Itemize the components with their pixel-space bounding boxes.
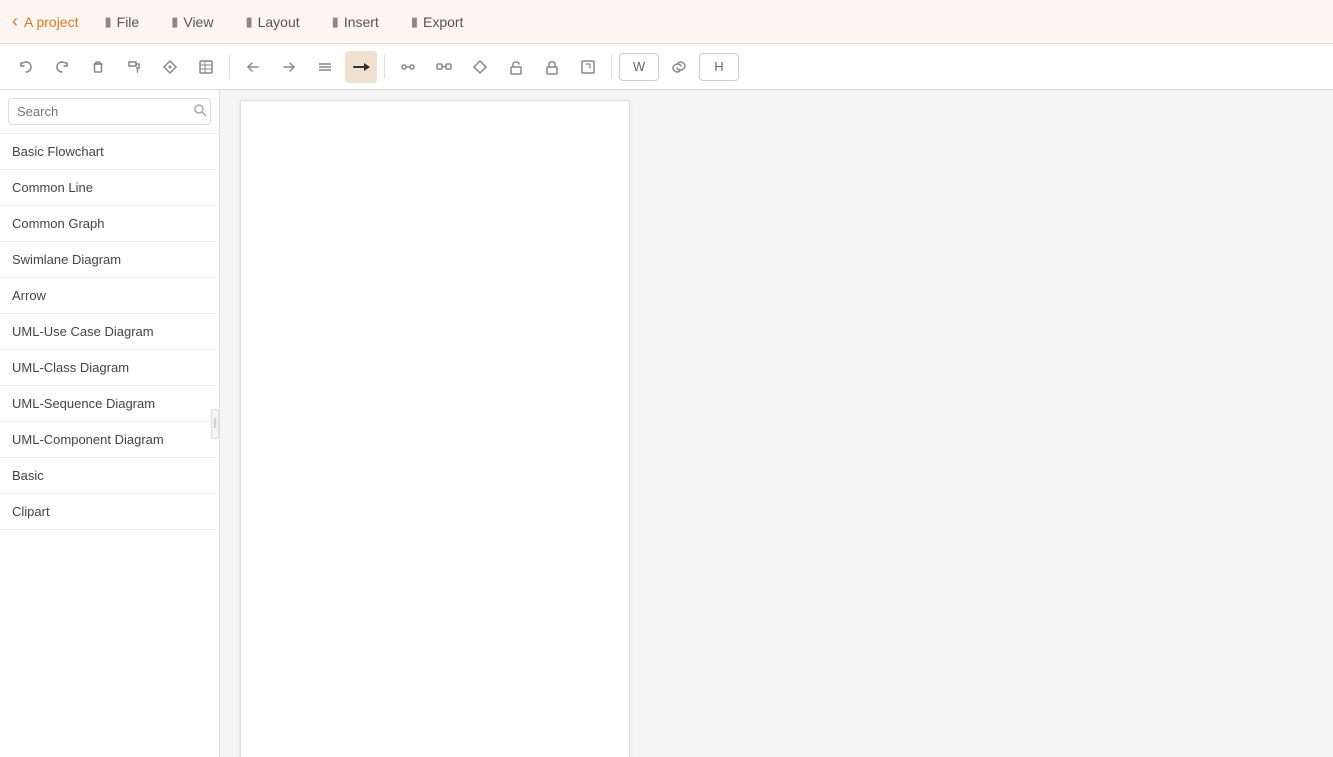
sidebar-item-uml-class[interactable]: UML-Class Diagram <box>0 350 219 386</box>
lock-open-button[interactable] <box>500 51 532 83</box>
sidebar-item-common-graph[interactable]: Common Graph <box>0 206 219 242</box>
arrow-left-button[interactable] <box>237 51 269 83</box>
search-container <box>0 90 219 134</box>
width-label: W <box>633 59 645 74</box>
lock-closed-icon <box>544 59 560 75</box>
fill-icon <box>162 59 178 75</box>
project-name: A project <box>24 14 78 30</box>
width-input[interactable]: W <box>619 53 659 81</box>
redo-button[interactable] <box>46 51 78 83</box>
sidebar-item-swimlane-diagram[interactable]: Swimlane Diagram <box>0 242 219 278</box>
toolbar-sep-3 <box>611 55 612 79</box>
menu-view[interactable]: ▮ View <box>165 10 219 34</box>
menu-file[interactable]: ▮ File <box>98 10 145 34</box>
menu-insert-label: Insert <box>344 14 379 30</box>
expand-icon <box>580 59 596 75</box>
sidebar-item-uml-component[interactable]: UML-Component Diagram <box>0 422 219 458</box>
sidebar-list: Basic FlowchartCommon LineCommon GraphSw… <box>0 134 219 757</box>
sidebar-item-uml-use-case[interactable]: UML-Use Case Diagram <box>0 314 219 350</box>
menu-view-label: View <box>183 14 213 30</box>
table-button[interactable] <box>190 51 222 83</box>
arrow-left-icon <box>245 59 261 75</box>
lock-open-icon <box>508 59 524 75</box>
toolbar: W H <box>0 44 1333 90</box>
menu-export[interactable]: ▮ Export <box>405 10 470 34</box>
lock-closed-button[interactable] <box>536 51 568 83</box>
format-paint-icon <box>126 59 142 75</box>
sidebar-item-basic[interactable]: Basic <box>0 458 219 494</box>
arrow-solid-button[interactable] <box>345 51 377 83</box>
back-chevron-icon: ‹ <box>12 11 18 32</box>
undo-button[interactable] <box>10 51 42 83</box>
arrow-solid-icon <box>352 59 370 75</box>
canvas-paper <box>240 100 630 757</box>
toolbar-sep-2 <box>384 55 385 79</box>
sidebar: Basic FlowchartCommon LineCommon GraphSw… <box>0 90 220 757</box>
sidebar-item-clipart[interactable]: Clipart <box>0 494 219 530</box>
menu-insert[interactable]: ▮ Insert <box>326 10 385 34</box>
pen-button[interactable] <box>392 51 424 83</box>
layout-icon: ▮ <box>245 14 252 30</box>
arrow-right-button[interactable] <box>273 51 305 83</box>
table-icon <box>198 59 214 75</box>
line-style-button[interactable] <box>309 51 341 83</box>
insert-icon: ▮ <box>332 14 339 30</box>
sidebar-item-basic-flowchart[interactable]: Basic Flowchart <box>0 134 219 170</box>
search-icon <box>193 103 207 120</box>
line-style-icon <box>317 59 333 75</box>
delete-button[interactable] <box>82 51 114 83</box>
height-input[interactable]: H <box>699 53 739 81</box>
undo-icon <box>18 59 34 75</box>
expand-button[interactable] <box>572 51 604 83</box>
menu-file-label: File <box>117 14 140 30</box>
toolbar-sep-1 <box>229 55 230 79</box>
diamond-icon <box>472 59 488 75</box>
search-wrapper[interactable] <box>8 98 211 125</box>
fill-button[interactable] <box>154 51 186 83</box>
pen-icon <box>400 59 416 75</box>
menu-layout-label: Layout <box>258 14 300 30</box>
search-input[interactable] <box>17 104 193 119</box>
main-content: Basic FlowchartCommon LineCommon GraphSw… <box>0 90 1333 757</box>
top-menubar: ‹ A project ▮ File ▮ View ▮ Layout ▮ Ins… <box>0 0 1333 44</box>
connection-button[interactable] <box>428 51 460 83</box>
menu-layout[interactable]: ▮ Layout <box>239 10 305 34</box>
format-paint-button[interactable] <box>118 51 150 83</box>
diamond-button[interactable] <box>464 51 496 83</box>
connection-icon <box>436 59 452 75</box>
link-icon <box>670 59 688 75</box>
sidebar-item-arrow[interactable]: Arrow <box>0 278 219 314</box>
back-button[interactable]: ‹ A project <box>12 11 78 32</box>
delete-icon <box>90 59 106 75</box>
sidebar-resizer[interactable]: ∥ <box>211 409 219 439</box>
view-icon: ▮ <box>171 14 178 30</box>
height-label: H <box>714 59 723 74</box>
export-icon: ▮ <box>411 14 418 30</box>
menu-export-label: Export <box>423 14 463 30</box>
sidebar-item-uml-sequence[interactable]: UML-Sequence Diagram <box>0 386 219 422</box>
link-button[interactable] <box>663 51 695 83</box>
redo-icon <box>54 59 70 75</box>
arrow-right-icon <box>281 59 297 75</box>
canvas-area[interactable] <box>220 90 1333 757</box>
file-icon: ▮ <box>104 14 111 30</box>
sidebar-item-common-line[interactable]: Common Line <box>0 170 219 206</box>
